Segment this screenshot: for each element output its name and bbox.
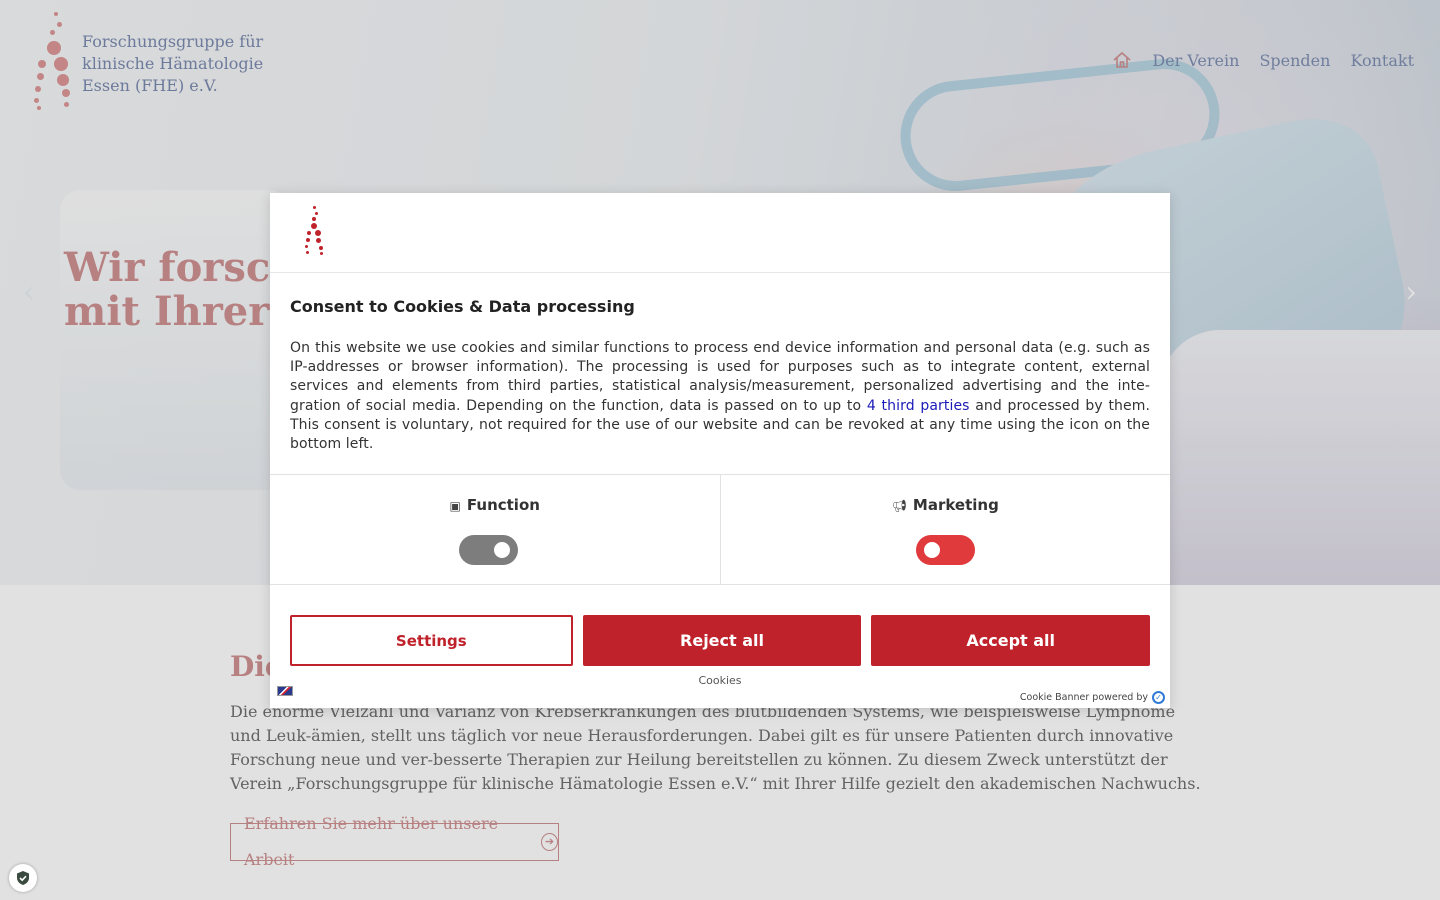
category-label: ▣ Function <box>270 496 720 514</box>
dialog-logo-icon <box>303 206 327 256</box>
privacy-settings-shield-icon[interactable] <box>9 864 37 892</box>
powered-by[interactable]: Cookie Banner powered by ✓ <box>1020 691 1165 704</box>
accept-all-button[interactable]: Accept all <box>871 615 1151 666</box>
reject-all-button[interactable]: Reject all <box>582 615 862 666</box>
language-flag-icon[interactable] <box>277 686 293 696</box>
cookie-consent-dialog: Consent to Cookies & Data processing On … <box>270 193 1170 708</box>
cookies-link[interactable]: Cookies <box>270 674 1170 687</box>
dialog-header <box>270 193 1170 273</box>
category-name: Function <box>466 496 540 514</box>
third-parties-link[interactable]: 4 third parties <box>867 398 970 414</box>
consent-categories: ▣ Function 📢︎ Marketing <box>270 474 1170 585</box>
settings-button[interactable]: Settings <box>290 615 573 666</box>
powered-by-text: Cookie Banner powered by <box>1019 692 1148 703</box>
megaphone-icon: 📢︎ <box>891 499 907 513</box>
dialog-actions: Settings Reject all Accept all <box>290 615 1151 666</box>
category-marketing: 📢︎ Marketing <box>719 475 1171 584</box>
category-function: ▣ Function <box>270 475 720 584</box>
provider-badge-icon: ✓ <box>1152 691 1165 704</box>
function-toggle[interactable] <box>459 535 518 565</box>
shield-check-icon <box>17 871 29 885</box>
dialog-title: Consent to Cookies & Data processing <box>290 297 635 316</box>
marketing-toggle[interactable] <box>915 535 975 565</box>
dialog-description: On this website we use cookies and simil… <box>290 339 1150 454</box>
category-label: 📢︎ Marketing <box>721 496 1171 514</box>
function-icon: ▣ <box>449 499 461 513</box>
category-name: Marketing <box>912 496 999 514</box>
